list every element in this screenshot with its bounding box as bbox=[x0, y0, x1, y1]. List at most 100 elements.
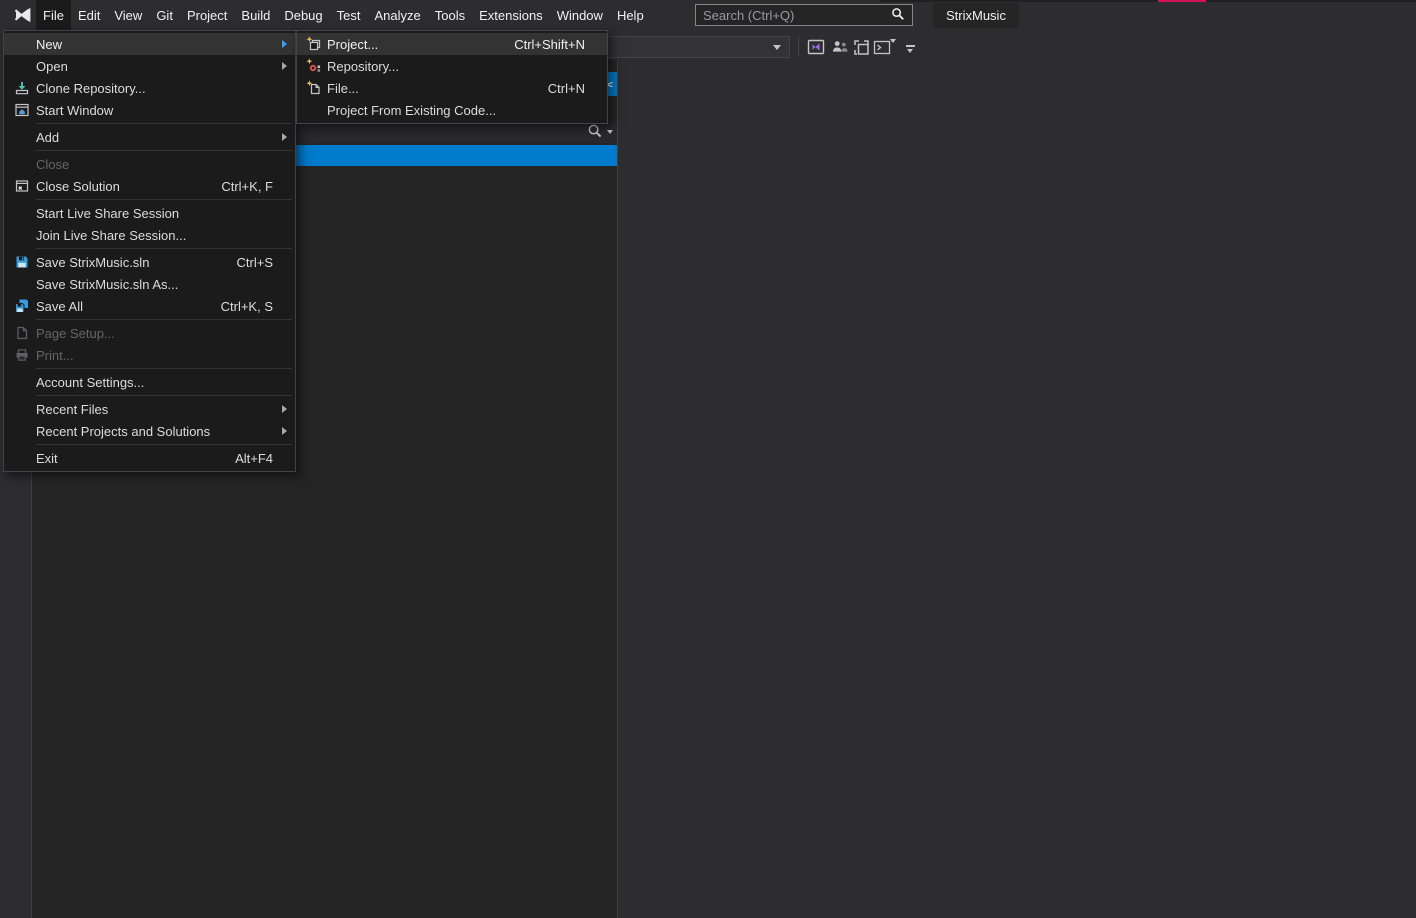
new-submenu-item-file[interactable]: File... Ctrl+N bbox=[297, 77, 607, 99]
menubar-item-label: Project bbox=[187, 8, 227, 23]
menu-item-label: Print... bbox=[36, 348, 74, 363]
menubar-item-label: File bbox=[43, 8, 64, 23]
save-icon bbox=[8, 254, 36, 270]
file-menu-item-save-solution[interactable]: Save StrixMusic.sln Ctrl+S bbox=[4, 251, 295, 273]
frame-box-icon bbox=[853, 39, 871, 56]
submenu-arrow-icon bbox=[273, 62, 287, 70]
chevron-down-icon bbox=[773, 45, 781, 50]
search-icon bbox=[587, 123, 603, 142]
overflow-bar bbox=[906, 45, 915, 47]
file-menu-item-new[interactable]: New bbox=[4, 33, 295, 55]
vs-logo-window-button[interactable] bbox=[805, 36, 827, 58]
menu-item-label: Save All bbox=[36, 299, 83, 314]
menubar-item-label: Edit bbox=[78, 8, 100, 23]
menu-item-label: Clone Repository... bbox=[36, 81, 146, 96]
new-submenu-item-project[interactable]: Project... Ctrl+Shift+N bbox=[297, 33, 607, 55]
visual-studio-logo-icon bbox=[8, 0, 36, 30]
people-icon bbox=[831, 39, 849, 55]
file-menu-item-add[interactable]: Add bbox=[4, 126, 295, 148]
file-menu-item-print: Print... bbox=[4, 344, 295, 366]
file-menu-item-close-solution[interactable]: Close Solution Ctrl+K, F bbox=[4, 175, 295, 197]
file-menu-item-recent-files[interactable]: Recent Files bbox=[4, 398, 295, 420]
frame-box-button[interactable] bbox=[851, 36, 873, 58]
menu-item-label: File... bbox=[327, 81, 359, 96]
new-submenu-item-project-from-existing-code[interactable]: Project From Existing Code... bbox=[297, 99, 607, 121]
submenu-arrow-icon bbox=[273, 40, 287, 48]
menubar-item-label: Build bbox=[241, 8, 270, 23]
menu-item-label: Join Live Share Session... bbox=[36, 228, 186, 243]
menu-item-label: Project From Existing Code... bbox=[327, 103, 496, 118]
menubar-item-file[interactable]: File bbox=[36, 0, 71, 30]
terminal-dropdown-caret[interactable] bbox=[890, 43, 896, 58]
file-menu-item-close: Close bbox=[4, 153, 295, 175]
vs-main-window: File Edit View Git Project Build Debug T… bbox=[0, 0, 1416, 918]
menubar-item-test[interactable]: Test bbox=[330, 0, 368, 30]
menubar-item-project[interactable]: Project bbox=[180, 0, 234, 30]
file-menu-item-start-window[interactable]: Start Window bbox=[4, 99, 295, 121]
menu-item-shortcut: Ctrl+S bbox=[213, 255, 273, 270]
menu-item-label: Start Window bbox=[36, 103, 113, 118]
print-icon bbox=[8, 347, 36, 363]
menu-item-label: Save StrixMusic.sln As... bbox=[36, 277, 178, 292]
file-menu: New Open Clone Repository... bbox=[3, 30, 296, 472]
new-submenu-item-repository[interactable]: Repository... bbox=[297, 55, 607, 77]
submenu-arrow-icon bbox=[273, 405, 287, 413]
menu-separator bbox=[36, 368, 292, 369]
file-menu-item-recent-projects[interactable]: Recent Projects and Solutions bbox=[4, 420, 295, 442]
menu-item-label: Account Settings... bbox=[36, 375, 144, 390]
menubar-item-label: Analyze bbox=[374, 8, 420, 23]
menu-item-shortcut: Ctrl+N bbox=[524, 81, 585, 96]
new-submenu: Project... Ctrl+Shift+N Repository... bbox=[296, 30, 608, 124]
save-all-icon bbox=[8, 298, 36, 314]
menu-item-label: Project... bbox=[327, 37, 378, 52]
menubar-item-label: Git bbox=[156, 8, 173, 23]
menu-item-shortcut: Ctrl+K, S bbox=[197, 299, 273, 314]
search-scope-caret[interactable] bbox=[607, 130, 613, 134]
menubar-item-extensions[interactable]: Extensions bbox=[472, 0, 550, 30]
quick-search-box[interactable]: Search (Ctrl+Q) bbox=[695, 4, 913, 26]
search-placeholder: Search (Ctrl+Q) bbox=[703, 8, 891, 23]
menubar-item-debug[interactable]: Debug bbox=[277, 0, 329, 30]
toolbar-separator bbox=[798, 37, 799, 56]
menu-item-label: Repository... bbox=[327, 59, 399, 74]
close-solution-icon bbox=[8, 178, 36, 194]
live-share-people-button[interactable] bbox=[829, 36, 851, 58]
file-menu-item-join-live-share[interactable]: Join Live Share Session... bbox=[4, 224, 295, 246]
file-menu-item-account-settings[interactable]: Account Settings... bbox=[4, 371, 295, 393]
menubar-item-label: Extensions bbox=[479, 8, 543, 23]
file-menu-item-save-all[interactable]: Save All Ctrl+K, S bbox=[4, 295, 295, 317]
file-menu-item-exit[interactable]: Exit Alt+F4 bbox=[4, 447, 295, 469]
page-setup-icon bbox=[8, 325, 36, 341]
menu-separator bbox=[36, 395, 292, 396]
toolbar-overflow-button[interactable] bbox=[905, 45, 915, 53]
file-menu-item-save-solution-as[interactable]: Save StrixMusic.sln As... bbox=[4, 273, 295, 295]
menu-item-shortcut: Alt+F4 bbox=[211, 451, 273, 466]
menubar-item-edit[interactable]: Edit bbox=[71, 0, 107, 30]
terminal-icon bbox=[873, 40, 891, 55]
menubar-item-help[interactable]: Help bbox=[610, 0, 651, 30]
menubar-item-git[interactable]: Git bbox=[149, 0, 180, 30]
menu-item-label: New bbox=[36, 37, 62, 52]
new-file-icon bbox=[301, 80, 327, 96]
file-menu-item-clone-repository[interactable]: Clone Repository... bbox=[4, 77, 295, 99]
menubar-item-tools[interactable]: Tools bbox=[428, 0, 472, 30]
menubar-item-label: Window bbox=[557, 8, 603, 23]
menu-item-label: Save StrixMusic.sln bbox=[36, 255, 149, 270]
menubar-item-analyze[interactable]: Analyze bbox=[367, 0, 427, 30]
file-menu-item-start-live-share[interactable]: Start Live Share Session bbox=[4, 202, 295, 224]
menu-separator bbox=[36, 150, 292, 151]
menubar-item-label: Help bbox=[617, 8, 644, 23]
menubar-item-build[interactable]: Build bbox=[234, 0, 277, 30]
vs-logo-window-icon bbox=[807, 39, 825, 55]
new-project-icon bbox=[301, 36, 327, 52]
search-icon bbox=[891, 7, 905, 24]
file-menu-item-open[interactable]: Open bbox=[4, 55, 295, 77]
menubar-item-window[interactable]: Window bbox=[550, 0, 610, 30]
menubar-item-label: Test bbox=[337, 8, 361, 23]
menubar-item-view[interactable]: View bbox=[107, 0, 149, 30]
solution-name: StrixMusic bbox=[946, 8, 1006, 23]
new-repository-icon bbox=[301, 58, 327, 74]
menu-item-label: Start Live Share Session bbox=[36, 206, 179, 221]
menu-separator bbox=[36, 123, 292, 124]
menu-item-shortcut: Ctrl+K, F bbox=[197, 179, 273, 194]
